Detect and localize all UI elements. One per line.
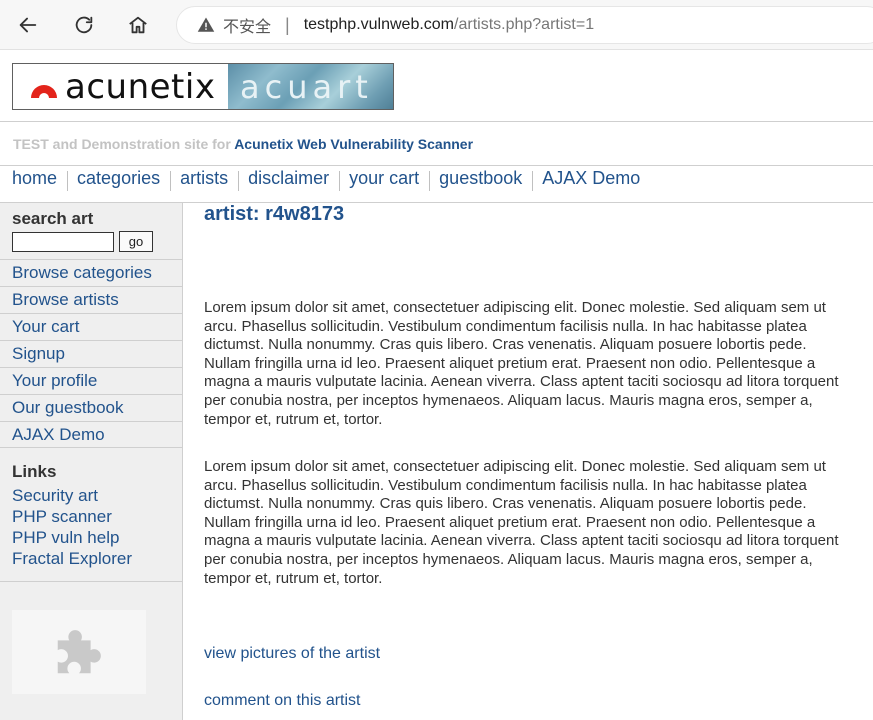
sidebar-item-your-profile[interactable]: Your profile: [0, 367, 182, 394]
address-bar[interactable]: 不安全 | testphp.vulnweb.com/artists.php?ar…: [176, 6, 873, 44]
browser-toolbar: 不安全 | testphp.vulnweb.com/artists.php?ar…: [0, 0, 873, 50]
top-navigation: home categories artists disclaimer your …: [12, 168, 640, 191]
nav-home[interactable]: home: [12, 168, 57, 191]
address-separator: |: [285, 14, 290, 35]
reload-icon[interactable]: [68, 9, 100, 41]
back-arrow-icon[interactable]: [12, 9, 44, 41]
sidebar-item-browse-artists[interactable]: Browse artists: [0, 286, 182, 313]
sidebar-item-ajax-demo[interactable]: AJAX Demo: [0, 421, 182, 448]
comment-artist-link[interactable]: comment on this artist: [204, 692, 361, 710]
nav-separator: [238, 171, 240, 191]
artist-description-paragraph: Lorem ipsum dolor sit amet, consectetuer…: [204, 299, 839, 428]
sidebar-item-signup[interactable]: Signup: [0, 340, 182, 367]
insecure-label[interactable]: 不安全: [223, 13, 271, 37]
link-php-scanner[interactable]: PHP scanner: [12, 506, 132, 527]
home-icon[interactable]: [122, 9, 154, 41]
view-pictures-link[interactable]: view pictures of the artist: [204, 645, 380, 663]
artist-description-paragraph: Lorem ipsum dolor sit amet, consectetuer…: [204, 458, 839, 587]
tagline-prefix: TEST and Demonstration site for: [13, 136, 231, 152]
acunetix-logo: acunetix: [13, 64, 228, 109]
nav-separator: [170, 171, 172, 191]
page: acunetix acuart TEST and Demonstration s…: [0, 50, 873, 720]
nav-separator: [67, 171, 69, 191]
sidebar-item-browse-categories[interactable]: Browse categories: [0, 259, 182, 286]
sidebar: search art go Browse categories Browse a…: [0, 203, 183, 720]
nav-artists[interactable]: artists: [180, 168, 228, 191]
site-logo[interactable]: acunetix acuart: [12, 63, 394, 110]
acunetix-mark-icon: [31, 84, 57, 98]
page-title: artist: r4w8173: [204, 203, 345, 225]
url-path: /artists.php?artist=1: [454, 16, 595, 33]
search-input[interactable]: [12, 232, 114, 252]
link-php-vuln-help[interactable]: PHP vuln help: [12, 527, 132, 548]
plugin-placeholder[interactable]: [12, 610, 146, 694]
search-title: search art: [12, 209, 94, 228]
nav-guestbook[interactable]: guestbook: [439, 168, 522, 191]
acuart-logo-text: acuart: [240, 67, 373, 106]
divider: [0, 581, 182, 582]
acuart-logo: acuart: [228, 64, 393, 109]
links-title: Links: [12, 462, 57, 481]
acunetix-logo-text: acunetix: [65, 66, 216, 107]
links-list: Security art PHP scanner PHP vuln help F…: [12, 485, 132, 569]
warning-icon[interactable]: [197, 16, 215, 34]
nav-disclaimer[interactable]: disclaimer: [248, 168, 329, 191]
search-go-button[interactable]: go: [119, 231, 153, 252]
divider: [0, 121, 873, 122]
nav-separator: [339, 171, 341, 191]
tagline-product-link[interactable]: Acunetix Web Vulnerability Scanner: [234, 136, 473, 152]
divider: [0, 165, 873, 166]
nav-your-cart[interactable]: your cart: [349, 168, 419, 191]
sidebar-menu: Browse categories Browse artists Your ca…: [0, 259, 182, 448]
puzzle-icon: [57, 630, 101, 674]
nav-categories[interactable]: categories: [77, 168, 160, 191]
link-security-art[interactable]: Security art: [12, 485, 132, 506]
sidebar-item-your-cart[interactable]: Your cart: [0, 313, 182, 340]
site-tagline: TEST and Demonstration site for Acunetix…: [13, 136, 473, 152]
link-fractal-explorer[interactable]: Fractal Explorer: [12, 548, 132, 569]
sidebar-item-our-guestbook[interactable]: Our guestbook: [0, 394, 182, 421]
nav-separator: [532, 171, 534, 191]
url-host: testphp.vulnweb.com: [303, 16, 455, 33]
nav-separator: [429, 171, 431, 191]
nav-ajax-demo[interactable]: AJAX Demo: [542, 168, 640, 191]
